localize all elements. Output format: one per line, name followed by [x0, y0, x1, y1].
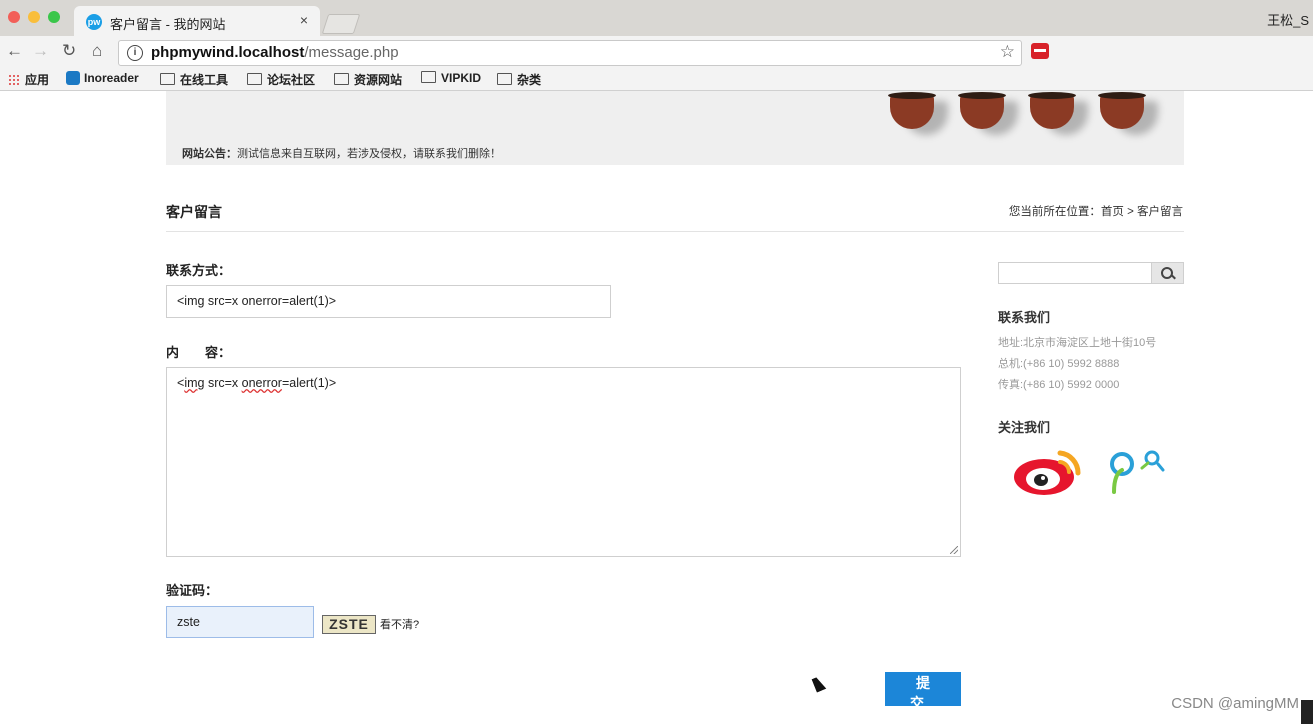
content-label: 内 容： — [166, 345, 232, 360]
reload-icon[interactable]: ↻ — [62, 41, 76, 61]
extension-icon[interactable] — [1031, 43, 1049, 59]
bookmark-folder-forums[interactable]: 论坛社区 — [247, 71, 315, 88]
bookmark-star-icon[interactable]: ☆ — [1000, 42, 1015, 62]
bookmark-folder-vipkid[interactable]: VIPKID — [421, 71, 481, 85]
bookmarks-bar: 应用 Inoreader 在线工具 论坛社区 资源网站 VIPKID 杂类 — [0, 68, 1313, 91]
bookmark-folder-tools[interactable]: 在线工具 — [160, 71, 228, 88]
submit-button[interactable]: 提 交 — [885, 672, 961, 711]
apps-grid-icon — [8, 74, 20, 86]
browser-toolbar: ← → ↻ ⌂ i phpmywind.localhost/message.ph… — [0, 36, 1313, 68]
back-arrow-icon[interactable]: ← — [6, 41, 23, 61]
site-info-icon[interactable]: i — [127, 45, 143, 61]
breadcrumb: 您当前所在位置：首页 > 客户留言 — [1008, 206, 1183, 218]
folder-icon — [247, 73, 262, 85]
url-text[interactable]: phpmywind.localhost/message.php — [151, 44, 399, 61]
csdn-watermark: CSDN @amingMM — [1171, 695, 1299, 712]
page-title: 客户留言 — [166, 204, 222, 220]
resize-handle-icon[interactable] — [950, 546, 958, 554]
divider — [166, 231, 1184, 232]
profile-name[interactable]: 王松_S — [1267, 10, 1309, 29]
bookmark-apps[interactable]: 应用 — [8, 71, 49, 88]
captcha-refresh-link[interactable]: 看不清? — [380, 616, 419, 632]
site-notice: 网站公告：测试信息来自互联网，若涉及侵权，请联系我们删除！ — [182, 148, 501, 160]
sidebar-address: 地址:北京市海淀区上地十街10号 — [998, 337, 1157, 349]
bookmark-folder-resources[interactable]: 资源网站 — [334, 71, 402, 88]
browser-tab-bar: pw 客户留言 - 我的网站 × 王松_S — [0, 0, 1313, 36]
dock-edge — [1301, 700, 1313, 724]
window-minimize-button[interactable] — [28, 11, 40, 23]
contact-input[interactable]: <img src=x onerror=alert(1)> — [166, 285, 611, 318]
browser-tab-active[interactable]: pw 客户留言 - 我的网站 × — [74, 6, 320, 36]
sidebar-fax: 传真:(+86 10) 5992 0000 — [998, 379, 1120, 391]
captcha-label: 验证码： — [166, 583, 219, 598]
folder-icon — [334, 73, 349, 85]
tencent-weibo-icon[interactable] — [1108, 448, 1166, 494]
sidebar-phone: 总机:(+86 10) 5992 8888 — [998, 358, 1120, 370]
mouse-cursor-icon — [811, 675, 827, 693]
sidebar-follow-title: 关注我们 — [998, 420, 1051, 435]
bookmark-folder-misc[interactable]: 杂类 — [497, 71, 541, 88]
captcha-input[interactable]: zste — [166, 606, 314, 638]
tab-close-icon[interactable]: × — [300, 12, 308, 28]
bookmark-inoreader[interactable]: Inoreader — [66, 71, 139, 85]
address-bar[interactable]: i phpmywind.localhost/message.php ☆ — [118, 40, 1022, 66]
window-close-button[interactable] — [8, 11, 20, 23]
folder-icon — [160, 73, 175, 85]
inoreader-icon — [66, 71, 80, 85]
home-icon[interactable]: ⌂ — [92, 41, 102, 61]
weibo-icon[interactable] — [1012, 445, 1082, 497]
search-icon[interactable] — [1151, 263, 1183, 283]
content-textarea[interactable]: <img src=x onerror=alert(1)> — [166, 367, 961, 557]
forward-arrow-icon[interactable]: → — [32, 41, 49, 61]
folder-icon — [421, 71, 436, 83]
contact-label: 联系方式： — [166, 263, 232, 278]
sidebar-contact-title: 联系我们 — [998, 310, 1051, 325]
sidebar-search-input[interactable] — [998, 262, 1184, 284]
folder-icon — [497, 73, 512, 85]
window-zoom-button[interactable] — [48, 11, 60, 23]
site-favicon-icon: pw — [86, 14, 102, 30]
captcha-image[interactable]: ZSTE — [322, 615, 376, 634]
tab-title: 客户留言 - 我的网站 — [110, 17, 226, 32]
new-tab-button[interactable] — [321, 14, 361, 34]
